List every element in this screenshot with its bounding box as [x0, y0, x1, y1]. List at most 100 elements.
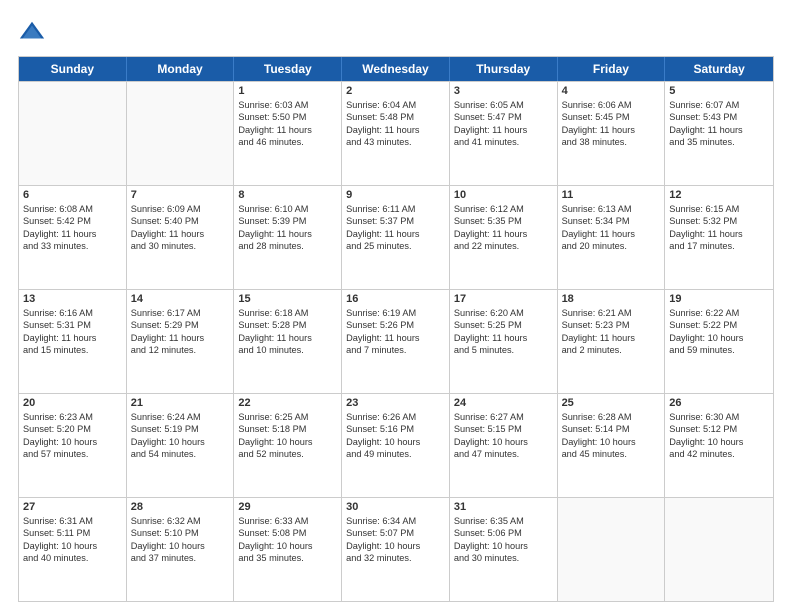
calendar-cell: 13Sunrise: 6:16 AMSunset: 5:31 PMDayligh…	[19, 290, 127, 393]
cell-text-line: Sunset: 5:45 PM	[562, 111, 661, 123]
cell-text-line: and 38 minutes.	[562, 136, 661, 148]
cell-text-line: Sunset: 5:12 PM	[669, 423, 769, 435]
calendar-cell: 29Sunrise: 6:33 AMSunset: 5:08 PMDayligh…	[234, 498, 342, 601]
cell-text-line: and 28 minutes.	[238, 240, 337, 252]
cell-text-line: Sunset: 5:35 PM	[454, 215, 553, 227]
day-number: 23	[346, 397, 445, 409]
calendar-cell: 6 Sunrise: 6:08 AMSunset: 5:42 PMDaylight…	[19, 186, 127, 289]
cell-text-line: and 43 minutes.	[346, 136, 445, 148]
cell-text-line: Daylight: 10 hours	[131, 540, 230, 552]
calendar-cell: 21 Sunrise: 6:24 AMSunset: 5:19 PMDayligh…	[127, 394, 235, 497]
cell-text-line: Daylight: 11 hours	[23, 228, 122, 240]
cell-text-line: Sunset: 5:42 PM	[23, 215, 122, 227]
cell-text-line: Daylight: 10 hours	[238, 540, 337, 552]
cell-text-line: Sunrise: 6:30 AM	[669, 411, 769, 423]
cell-text-line: and 7 minutes.	[346, 344, 445, 356]
day-number: 19	[669, 293, 769, 305]
cell-text-line: Sunset: 5:19 PM	[131, 423, 230, 435]
cell-text-line: Sunrise: 6:16 AM	[23, 307, 122, 319]
calendar-cell: 15 Sunrise: 6:18 AMSunset: 5:28 PMDayligh…	[234, 290, 342, 393]
day-number: 24	[454, 397, 553, 409]
day-number: 13	[23, 293, 122, 305]
cell-text-line: and 59 minutes.	[669, 344, 769, 356]
cell-text-line: Sunrise: 6:24 AM	[131, 411, 230, 423]
day-number: 18	[562, 293, 661, 305]
day-header-sunday: Sunday	[19, 57, 127, 81]
day-header-monday: Monday	[127, 57, 235, 81]
cell-text-line: and 42 minutes.	[669, 448, 769, 460]
calendar-cell: 14Sunrise: 6:17 AMSunset: 5:29 PMDayligh…	[127, 290, 235, 393]
day-number: 17	[454, 293, 553, 305]
day-number: 6	[23, 189, 122, 201]
calendar-cell: 23Sunrise: 6:26 AMSunset: 5:16 PMDayligh…	[342, 394, 450, 497]
day-number: 2	[346, 85, 445, 97]
calendar-week-2: 6Sunrise: 6:08 AMSunset: 5:42 PMDaylight…	[19, 185, 773, 289]
calendar-week-1: 1Sunrise: 6:03 AMSunset: 5:50 PMDaylight…	[19, 81, 773, 185]
cell-text-line: and 20 minutes.	[562, 240, 661, 252]
cell-text-line: and 5 minutes.	[454, 344, 553, 356]
day-number: 14	[131, 293, 230, 305]
cell-text-line: and 32 minutes.	[346, 552, 445, 564]
cell-text-line: and 22 minutes.	[454, 240, 553, 252]
cell-text-line: and 10 minutes.	[238, 344, 337, 356]
calendar-cell: 25Sunrise: 6:28 AMSunset: 5:14 PMDayligh…	[558, 394, 666, 497]
day-number: 11	[562, 189, 661, 201]
cell-text-line: Sunset: 5:43 PM	[669, 111, 769, 123]
cell-text-line: Daylight: 11 hours	[238, 124, 337, 136]
day-header-saturday: Saturday	[665, 57, 773, 81]
day-number: 10	[454, 189, 553, 201]
cell-text-line: and 35 minutes.	[669, 136, 769, 148]
day-header-thursday: Thursday	[450, 57, 558, 81]
cell-text-line: Sunrise: 6:04 AM	[346, 99, 445, 111]
cell-text-line: Sunrise: 6:08 AM	[23, 203, 122, 215]
cell-text-line: Sunrise: 6:03 AM	[238, 99, 337, 111]
cell-text-line: Daylight: 10 hours	[454, 436, 553, 448]
calendar-cell: 19Sunrise: 6:22 AMSunset: 5:22 PMDayligh…	[665, 290, 773, 393]
cell-text-line: and 15 minutes.	[23, 344, 122, 356]
cell-text-line: Sunset: 5:28 PM	[238, 319, 337, 331]
calendar-cell: 8Sunrise: 6:10 AMSunset: 5:39 PMDaylight…	[234, 186, 342, 289]
cell-text-line: Sunset: 5:32 PM	[669, 215, 769, 227]
cell-text-line: and 35 minutes.	[238, 552, 337, 564]
cell-text-line: Daylight: 10 hours	[669, 332, 769, 344]
cell-text-line: Sunrise: 6:12 AM	[454, 203, 553, 215]
cell-text-line: Sunset: 5:31 PM	[23, 319, 122, 331]
cell-text-line: Sunrise: 6:06 AM	[562, 99, 661, 111]
calendar-cell: 11Sunrise: 6:13 AMSunset: 5:34 PMDayligh…	[558, 186, 666, 289]
cell-text-line: Sunrise: 6:34 AM	[346, 515, 445, 527]
cell-text-line: Sunset: 5:48 PM	[346, 111, 445, 123]
cell-text-line: Sunrise: 6:31 AM	[23, 515, 122, 527]
cell-text-line: Sunset: 5:08 PM	[238, 527, 337, 539]
cell-text-line: Sunrise: 6:25 AM	[238, 411, 337, 423]
day-header-tuesday: Tuesday	[234, 57, 342, 81]
cell-text-line: Daylight: 10 hours	[238, 436, 337, 448]
calendar-cell: 24Sunrise: 6:27 AMSunset: 5:15 PMDayligh…	[450, 394, 558, 497]
cell-text-line: Sunset: 5:15 PM	[454, 423, 553, 435]
cell-text-line: and 54 minutes.	[131, 448, 230, 460]
cell-text-line: Sunrise: 6:05 AM	[454, 99, 553, 111]
calendar: SundayMondayTuesdayWednesdayThursdayFrid…	[18, 56, 774, 602]
cell-text-line: Daylight: 11 hours	[669, 228, 769, 240]
cell-text-line: and 52 minutes.	[238, 448, 337, 460]
day-number: 21	[131, 397, 230, 409]
calendar-cell: 9Sunrise: 6:11 AMSunset: 5:37 PMDaylight…	[342, 186, 450, 289]
calendar-cell: 12Sunrise: 6:15 AMSunset: 5:32 PMDayligh…	[665, 186, 773, 289]
cell-text-line: Sunrise: 6:20 AM	[454, 307, 553, 319]
cell-text-line: and 57 minutes.	[23, 448, 122, 460]
day-header-wednesday: Wednesday	[342, 57, 450, 81]
cell-text-line: Sunrise: 6:26 AM	[346, 411, 445, 423]
cell-text-line: and 33 minutes.	[23, 240, 122, 252]
cell-text-line: Sunrise: 6:18 AM	[238, 307, 337, 319]
calendar-cell	[558, 498, 666, 601]
cell-text-line: Daylight: 10 hours	[131, 436, 230, 448]
cell-text-line: and 46 minutes.	[238, 136, 337, 148]
cell-text-line: Sunrise: 6:21 AM	[562, 307, 661, 319]
cell-text-line: Daylight: 11 hours	[346, 332, 445, 344]
cell-text-line: Sunrise: 6:32 AM	[131, 515, 230, 527]
cell-text-line: Sunset: 5:20 PM	[23, 423, 122, 435]
cell-text-line: Daylight: 11 hours	[238, 332, 337, 344]
cell-text-line: Daylight: 10 hours	[23, 436, 122, 448]
cell-text-line: and 12 minutes.	[131, 344, 230, 356]
day-number: 15	[238, 293, 337, 305]
day-number: 7	[131, 189, 230, 201]
